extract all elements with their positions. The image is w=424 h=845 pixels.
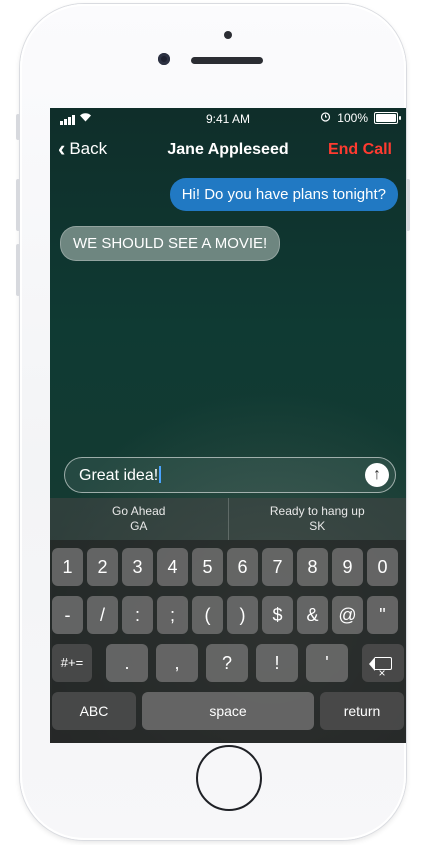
suggestion-label: Go Ahead bbox=[112, 504, 166, 518]
keyboard-row-symbols: - / : ; ( ) $ & @ " bbox=[50, 596, 406, 634]
key[interactable]: / bbox=[87, 596, 118, 634]
suggestion-abbr: SK bbox=[309, 519, 326, 533]
key[interactable]: ) bbox=[227, 596, 258, 634]
keyboard-row-numbers: 1 2 3 4 5 6 7 8 9 0 bbox=[50, 548, 406, 586]
return-key[interactable]: return bbox=[320, 692, 404, 730]
key[interactable]: " bbox=[367, 596, 398, 634]
home-button[interactable] bbox=[196, 745, 262, 811]
key[interactable]: ; bbox=[157, 596, 188, 634]
alarm-icon bbox=[320, 111, 331, 125]
key[interactable]: ? bbox=[206, 644, 248, 682]
volume-up-button bbox=[16, 179, 20, 231]
outgoing-message: Hi! Do you have plans tonight? bbox=[169, 178, 398, 211]
key[interactable]: $ bbox=[262, 596, 293, 634]
key[interactable]: 6 bbox=[227, 548, 258, 586]
key[interactable]: : bbox=[122, 596, 153, 634]
key[interactable]: ! bbox=[256, 644, 298, 682]
key[interactable]: . bbox=[106, 644, 148, 682]
quick-replies: Go Ahead GA Ready to hang up SK bbox=[50, 498, 406, 540]
key[interactable]: ( bbox=[192, 596, 223, 634]
incoming-message: WE SHOULD SEE A MOVIE! bbox=[60, 226, 281, 261]
key[interactable]: 2 bbox=[87, 548, 118, 586]
suggestion-go-ahead[interactable]: Go Ahead GA bbox=[50, 498, 228, 540]
backspace-icon bbox=[368, 654, 392, 692]
key[interactable]: 4 bbox=[157, 548, 188, 586]
power-button bbox=[406, 179, 410, 231]
phone-screen: 9:41 AM 100% ‹ Back Jane Appleseed End C… bbox=[50, 108, 406, 743]
proximity-sensor bbox=[224, 31, 232, 39]
battery-percent: 100% bbox=[337, 111, 368, 125]
battery-icon bbox=[374, 112, 401, 124]
key[interactable]: 1 bbox=[52, 548, 83, 586]
key[interactable]: - bbox=[52, 596, 83, 634]
send-button[interactable]: ↑ bbox=[365, 463, 389, 487]
keyboard-row-punctuation: #+= . , ? ! ' bbox=[50, 644, 406, 692]
front-camera bbox=[158, 53, 170, 65]
tty-keyboard: 1 2 3 4 5 6 7 8 9 0 - / : ; ( ) $ & @ " … bbox=[50, 540, 406, 743]
key[interactable]: 3 bbox=[122, 548, 153, 586]
suggestion-abbr: GA bbox=[130, 519, 148, 533]
space-key[interactable]: space bbox=[142, 692, 314, 730]
text-cursor bbox=[159, 466, 162, 483]
status-right: 100% bbox=[320, 111, 401, 125]
key[interactable]: 5 bbox=[192, 548, 223, 586]
key[interactable]: ' bbox=[306, 644, 348, 682]
key[interactable]: , bbox=[156, 644, 198, 682]
key[interactable]: 8 bbox=[297, 548, 328, 586]
delete-key[interactable] bbox=[362, 644, 404, 692]
message-input-text[interactable]: Great idea! bbox=[79, 466, 162, 485]
key[interactable]: 9 bbox=[332, 548, 363, 586]
end-call-button[interactable]: End Call bbox=[328, 141, 392, 159]
message-input[interactable]: Great idea! ↑ bbox=[64, 457, 396, 493]
key[interactable]: @ bbox=[332, 596, 363, 634]
abc-key[interactable]: ABC bbox=[52, 692, 136, 730]
earpiece-speaker bbox=[191, 57, 263, 64]
key[interactable]: 0 bbox=[367, 548, 398, 586]
key[interactable]: 7 bbox=[262, 548, 293, 586]
status-bar: 9:41 AM 100% bbox=[50, 108, 406, 128]
mute-switch bbox=[16, 114, 20, 140]
suggestion-ready-to-hang-up[interactable]: Ready to hang up SK bbox=[227, 498, 407, 540]
keyboard-row-bottom: ABC space return bbox=[50, 692, 406, 730]
nav-bar: ‹ Back Jane Appleseed End Call bbox=[50, 134, 406, 166]
arrow-up-icon: ↑ bbox=[373, 466, 381, 483]
suggestion-label: Ready to hang up bbox=[269, 504, 365, 518]
key[interactable]: & bbox=[297, 596, 328, 634]
symbols-mode-key[interactable]: #+= bbox=[52, 644, 92, 682]
volume-down-button bbox=[16, 244, 20, 296]
